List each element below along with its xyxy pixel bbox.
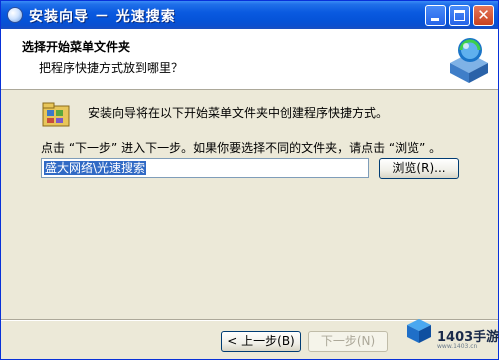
back-button[interactable]: < 上一步(B) — [221, 331, 301, 352]
page-title: 选择开始菜单文件夹 — [22, 40, 131, 54]
close-button[interactable]: ✕ — [473, 5, 494, 26]
installer-window: 安装向导 － 光速搜索 ✕ 选择开始菜单文件夹 把程序快捷方式放到哪里？ 安装向… — [0, 0, 499, 360]
next-button[interactable]: 下一步(N) — [308, 331, 388, 352]
minimize-button[interactable] — [425, 5, 446, 26]
intro-text: 安装向导将在以下开始菜单文件夹中创建程序快捷方式。 — [88, 106, 389, 120]
title-bar[interactable]: 安装向导 － 光速搜索 ✕ — [1, 1, 498, 29]
watermark: 1403手游网 www.1403.cn — [405, 313, 499, 359]
window-title: 安装向导 － 光速搜索 — [29, 9, 176, 25]
installer-logo-icon — [450, 38, 488, 83]
watermark-sub: www.1403.cn — [437, 343, 478, 350]
wizard-header: 选择开始菜单文件夹 把程序快捷方式放到哪里？ — [1, 29, 498, 90]
minimize-icon — [431, 18, 439, 21]
folder-input-value: 盛大网络\光速搜索 — [44, 161, 147, 175]
instruction-text: 点击 “下一步” 进入下一步。如果你要选择不同的文件夹，请点击 “浏览” 。 — [41, 141, 442, 155]
maximize-icon — [454, 10, 465, 21]
app-globe-icon — [7, 7, 23, 23]
browse-button[interactable]: 浏览(R)... — [379, 158, 459, 179]
page-subtitle: 把程序快捷方式放到哪里？ — [39, 61, 184, 75]
maximize-button[interactable] — [449, 5, 470, 26]
start-menu-folder-icon — [42, 102, 70, 127]
close-icon: ✕ — [477, 6, 490, 24]
watermark-logo-icon — [407, 319, 431, 343]
start-menu-folder-input[interactable]: 盛大网络\光速搜索 — [41, 158, 369, 178]
